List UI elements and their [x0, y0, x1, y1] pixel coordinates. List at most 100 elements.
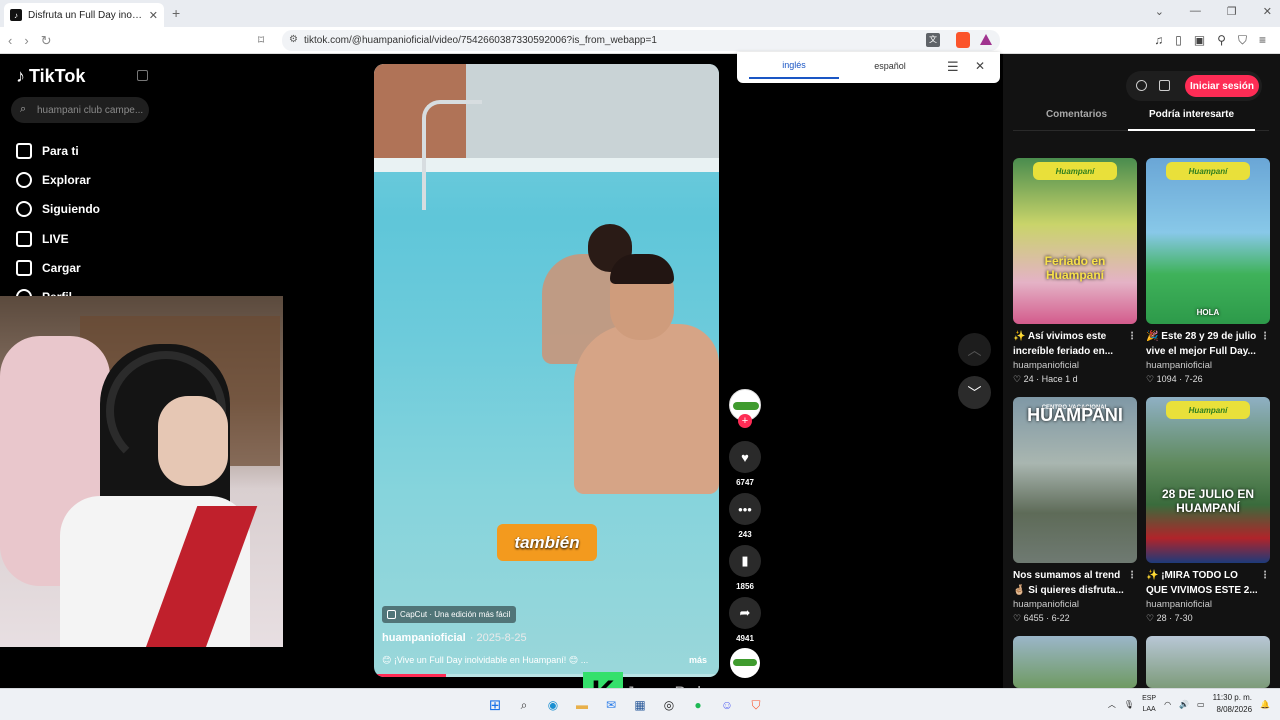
store-icon[interactable]: ▦ — [629, 694, 651, 716]
music-icon[interactable]: ♫ — [1154, 33, 1163, 48]
site-info-icon[interactable]: ⚙ — [289, 34, 298, 45]
microphone-icon[interactable]: 🎙 — [1124, 700, 1134, 709]
translate-tab-english[interactable]: inglés — [749, 52, 839, 79]
music-disc[interactable] — [730, 648, 760, 678]
chevron-down-icon[interactable]: ⌄ — [1155, 5, 1164, 18]
sidebar-icon[interactable]: ▯ — [1175, 33, 1182, 48]
like-button[interactable]: ♥ — [729, 441, 761, 473]
edge-icon[interactable]: ◉ — [542, 694, 564, 716]
reload-icon[interactable]: ↻ — [41, 33, 52, 49]
tray-chevron-icon[interactable]: ︿ — [1108, 699, 1116, 710]
close-tab-icon[interactable]: ✕ — [149, 9, 158, 22]
sidebar-item-siguiendo[interactable]: Siguiendo — [16, 195, 100, 224]
suggestion-card[interactable]: Huampaní 28 DE JULIO EN HUAMPANÍ ✨ ¡MIRA… — [1146, 397, 1270, 624]
suggestion-author[interactable]: huampanioficial — [1013, 599, 1137, 610]
streamer-shirt — [60, 496, 258, 647]
swimmer-front-hair — [610, 254, 674, 284]
tab-suggestions[interactable]: Podría interesarte — [1128, 109, 1255, 131]
search-icon[interactable]: ⌕ — [513, 694, 535, 716]
new-tab-icon[interactable]: + — [172, 5, 180, 21]
suggestion-card[interactable]: CENTRO VACACIONAL HUAMPANI Nos sumamos a… — [1013, 397, 1137, 624]
back-icon[interactable]: ‹ — [8, 33, 12, 49]
device-icon[interactable] — [1159, 80, 1170, 91]
share-button[interactable]: ➦ — [729, 597, 761, 629]
file-explorer-icon[interactable]: ▬ — [571, 694, 593, 716]
video-progress[interactable] — [374, 674, 719, 677]
wallet-icon[interactable]: ▣ — [1194, 33, 1205, 48]
next-video-button[interactable]: ﹀ — [958, 376, 991, 409]
sidebar-item-label: LIVE — [42, 231, 69, 246]
language-indicator[interactable]: ESP LAA — [1142, 693, 1156, 715]
sidebar-item-explorar[interactable]: Explorar — [16, 165, 100, 194]
tiktok-logo[interactable]: ♪ TikTok — [16, 66, 85, 87]
suggestion-title: Nos sumamos al trend 🤞🏼 Si quieres disfr… — [1013, 568, 1137, 596]
suggestion-thumbnail[interactable] — [1013, 636, 1137, 688]
suggestion-thumbnail[interactable] — [1146, 636, 1270, 688]
more-button[interactable]: más — [689, 655, 707, 665]
menu-icon[interactable]: ≡ — [1259, 33, 1266, 48]
translate-icon[interactable]: 文 — [926, 33, 940, 47]
restore-icon[interactable]: ❐ — [1227, 5, 1237, 18]
minimize-icon[interactable]: — — [1190, 5, 1201, 18]
suggestion-card[interactable]: Huampaní HOLA 🎉 Este 28 y 29 de julio vi… — [1146, 158, 1270, 385]
extensions-icon[interactable]: ⚲ — [1217, 33, 1226, 48]
notification-icon[interactable]: 🔔 — [1260, 700, 1270, 709]
shield-icon[interactable]: ⛉ — [1238, 33, 1247, 48]
suggestion-card[interactable] — [1013, 636, 1137, 688]
forward-icon[interactable]: › — [24, 33, 28, 49]
thumb-text: HOLA — [1196, 308, 1220, 317]
clock[interactable]: 11:30 p. m. 8/08/2026 — [1213, 692, 1252, 716]
url-field[interactable]: ⚙ tiktok.com/@huampanioficial/video/7542… — [282, 30, 1000, 51]
video-author[interactable]: huampanioficial · 2025-8-25 — [382, 632, 527, 644]
wifi-icon[interactable]: ◠ — [1164, 700, 1171, 709]
bookmark-icon[interactable]: ⌑ — [258, 33, 264, 47]
windows-start-icon[interactable]: ⊞ — [484, 694, 506, 716]
browser-tab[interactable]: ♪ Disfruta un Full Day inolvidable ✕ — [4, 3, 164, 27]
translate-popup: inglés español ☰ ✕ — [737, 52, 1000, 83]
panel-tabs: Comentarios Podría interesarte — [1013, 109, 1269, 131]
comment-button[interactable]: ••• — [729, 493, 761, 525]
brave-rewards-icon[interactable] — [980, 34, 992, 45]
suggestion-thumbnail[interactable]: Huampaní 28 DE JULIO EN HUAMPANÍ — [1146, 397, 1270, 563]
more-options-icon[interactable]: ⋮ — [1127, 568, 1137, 583]
translate-tab-spanish[interactable]: español — [845, 52, 935, 79]
translate-menu-icon[interactable]: ☰ — [947, 59, 959, 75]
windows-taskbar: ⊞ ⌕ ◉ ▬ ✉ ▦ ◎ ● ☺ ⛉ ︿ 🎙 ESP LAA ◠ 🔊 ▭ 11… — [0, 688, 1280, 720]
more-options-icon[interactable]: ⋮ — [1260, 329, 1270, 344]
previous-video-button[interactable]: ︿ — [958, 333, 991, 366]
video-player[interactable]: también CapCut · Una edición más fácil h… — [374, 64, 719, 677]
volume-icon[interactable]: 🔊 — [1179, 700, 1189, 709]
suggestion-thumbnail[interactable]: Huampaní HOLA — [1146, 158, 1270, 324]
suggestion-thumbnail[interactable]: Huampaní Feriado en Huampaní — [1013, 158, 1137, 324]
suggestion-author[interactable]: huampanioficial — [1013, 360, 1137, 371]
comment-icon: ••• — [738, 501, 752, 517]
capcut-badge[interactable]: CapCut · Una edición más fácil — [382, 606, 517, 623]
follow-plus-icon[interactable]: + — [738, 414, 752, 428]
more-options-icon[interactable]: ⋮ — [1127, 329, 1137, 344]
close-icon[interactable]: ✕ — [975, 59, 985, 73]
close-window-icon[interactable]: ✕ — [1263, 5, 1272, 18]
brave-shields-icon[interactable] — [956, 32, 970, 48]
discord-icon[interactable]: ☺ — [716, 694, 738, 716]
collapse-sidebar-icon[interactable] — [137, 70, 148, 81]
sidebar-item-live[interactable]: LIVE — [16, 224, 100, 253]
battery-icon[interactable]: ▭ — [1197, 700, 1205, 709]
save-button[interactable]: ▮ — [729, 545, 761, 577]
coin-icon[interactable] — [1136, 80, 1147, 91]
more-options-icon[interactable]: ⋮ — [1260, 568, 1270, 583]
sidebar-item-para-ti[interactable]: Para ti — [16, 136, 100, 165]
spotify-icon[interactable]: ● — [687, 694, 709, 716]
suggestion-card[interactable]: Huampaní Feriado en Huampaní ✨ Así vivim… — [1013, 158, 1137, 385]
streamer-face — [158, 396, 228, 486]
login-button[interactable]: Iniciar sesión — [1185, 75, 1259, 97]
suggestion-card[interactable] — [1146, 636, 1270, 688]
suggestion-thumbnail[interactable]: CENTRO VACACIONAL HUAMPANI — [1013, 397, 1137, 563]
sidebar-item-cargar[interactable]: Cargar — [16, 253, 100, 282]
mail-icon[interactable]: ✉ — [600, 694, 622, 716]
search-input[interactable]: ⌕ huampani club campe... — [11, 97, 149, 123]
suggestion-author[interactable]: huampanioficial — [1146, 599, 1270, 610]
suggestion-author[interactable]: huampanioficial — [1146, 360, 1270, 371]
obs-icon[interactable]: ◎ — [658, 694, 680, 716]
tab-comments[interactable]: Comentarios — [1013, 109, 1140, 131]
brave-icon[interactable]: ⛉ — [745, 694, 767, 716]
